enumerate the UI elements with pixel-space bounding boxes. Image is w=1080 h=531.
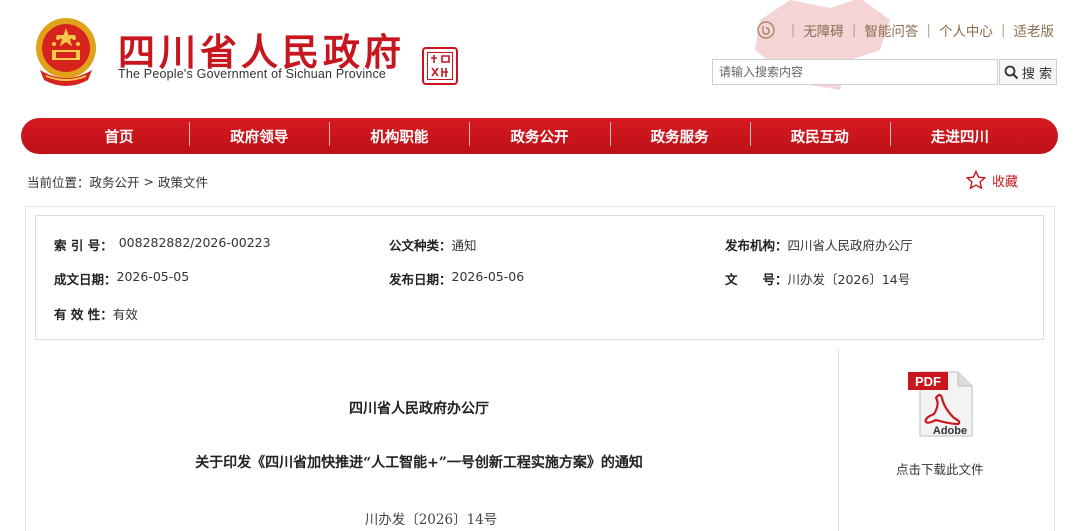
search-button-label: 搜 索	[1021, 66, 1053, 82]
sichuan-seal-logo	[422, 47, 458, 85]
smart-qa-link[interactable]: 智能问答	[864, 20, 918, 40]
meta-validity-label: 有 效 性：	[54, 307, 113, 322]
nav-item-interaction[interactable]: 政民互动	[749, 121, 890, 147]
meta-created-value: 2026-05-05	[116, 269, 190, 284]
breadcrumb-prefix: 当前位置：	[27, 175, 90, 190]
document-title: 关于印发《四川省加快推进“人工智能+”一号创新工程实施方案》的通知	[195, 455, 643, 471]
pdf-icon[interactable]: PDF Adobe	[906, 368, 976, 438]
meta-issuer: 发布机构： 四川省人民政府办公厅	[725, 235, 913, 254]
breadcrumb-gov-affairs-open[interactable]: 政务公开	[90, 172, 140, 191]
download-file-link[interactable]: 点击下载此文件	[896, 459, 984, 478]
meta-category-label: 公文种类：	[389, 238, 452, 253]
meta-docno-value: 川办发〔2026〕14号	[787, 272, 911, 287]
star-icon	[966, 170, 986, 190]
nav-item-home[interactable]: 首页	[49, 126, 189, 147]
search-button[interactable]: 搜 索	[999, 59, 1057, 85]
meta-index-label: 索 引 号：	[54, 238, 113, 253]
meta-published-label: 发布日期：	[389, 272, 452, 287]
favorite-button[interactable]: 收藏	[966, 170, 1018, 190]
main-nav: 首页 政府领导 机构职能 政务公开 政务服务 政民互动 走进四川	[21, 118, 1058, 154]
document-issuer: 四川省人民政府办公厅	[349, 401, 489, 417]
favorite-label: 收藏	[992, 174, 1019, 190]
meta-validity: 有 效 性： 有效	[54, 304, 138, 323]
meta-published-value: 2026-05-06	[451, 269, 525, 284]
content-divider	[838, 349, 839, 531]
search-icon	[1004, 65, 1019, 79]
meta-category-value: 通知	[451, 238, 477, 253]
wechat-icon[interactable]	[757, 21, 775, 39]
pdf-tag-label: PDF	[915, 374, 941, 389]
meta-docno-label: 文 号：	[725, 272, 788, 287]
search-input[interactable]	[712, 59, 998, 85]
site-header: 四川省人民政府 The People's Government of Sichu…	[0, 0, 1080, 112]
breadcrumb: 当前位置： 政务公开 > 政策文件	[27, 172, 208, 191]
nav-item-about-sichuan[interactable]: 走进四川	[889, 121, 1030, 147]
meta-issuer-value: 四川省人民政府办公厅	[787, 238, 913, 253]
nav-item-gov-affairs-open[interactable]: 政务公开	[469, 121, 609, 147]
site-subtitle: The People's Government of Sichuan Provi…	[118, 67, 387, 81]
meta-docno: 文 号： 川办发〔2026〕14号	[725, 269, 910, 288]
meta-issuer-label: 发布机构：	[725, 238, 788, 253]
meta-category: 公文种类： 通知	[389, 235, 477, 254]
meta-created: 成文日期： 2026-05-05	[54, 269, 189, 288]
top-utility-links: | 无障碍 | 智能问答 | 个人中心 | 适老版	[757, 20, 1054, 40]
sichuan-map-watermark	[755, 0, 890, 90]
document-number: 川办发〔2026〕14号	[364, 512, 498, 528]
accessibility-link[interactable]: 无障碍	[803, 20, 844, 40]
elderly-mode-link[interactable]: 适老版	[1014, 20, 1055, 40]
nav-item-gov-services[interactable]: 政务服务	[609, 121, 750, 147]
meta-index-value: 008282882/2026-00223	[118, 235, 271, 250]
personal-center-link[interactable]: 个人中心	[939, 20, 993, 40]
adobe-label: Adobe	[933, 425, 967, 437]
breadcrumb-policy-docs[interactable]: 政策文件	[158, 172, 208, 191]
breadcrumb-separator: >	[143, 174, 155, 189]
meta-created-label: 成文日期：	[54, 272, 117, 287]
meta-published: 发布日期： 2026-05-06	[389, 269, 524, 288]
meta-validity-value: 有效	[112, 307, 138, 322]
meta-index: 索 引 号： 008282882/2026-00223	[54, 235, 271, 254]
national-emblem-icon	[36, 18, 96, 86]
nav-item-institutions[interactable]: 机构职能	[329, 121, 469, 147]
nav-item-leaders[interactable]: 政府领导	[189, 121, 329, 147]
